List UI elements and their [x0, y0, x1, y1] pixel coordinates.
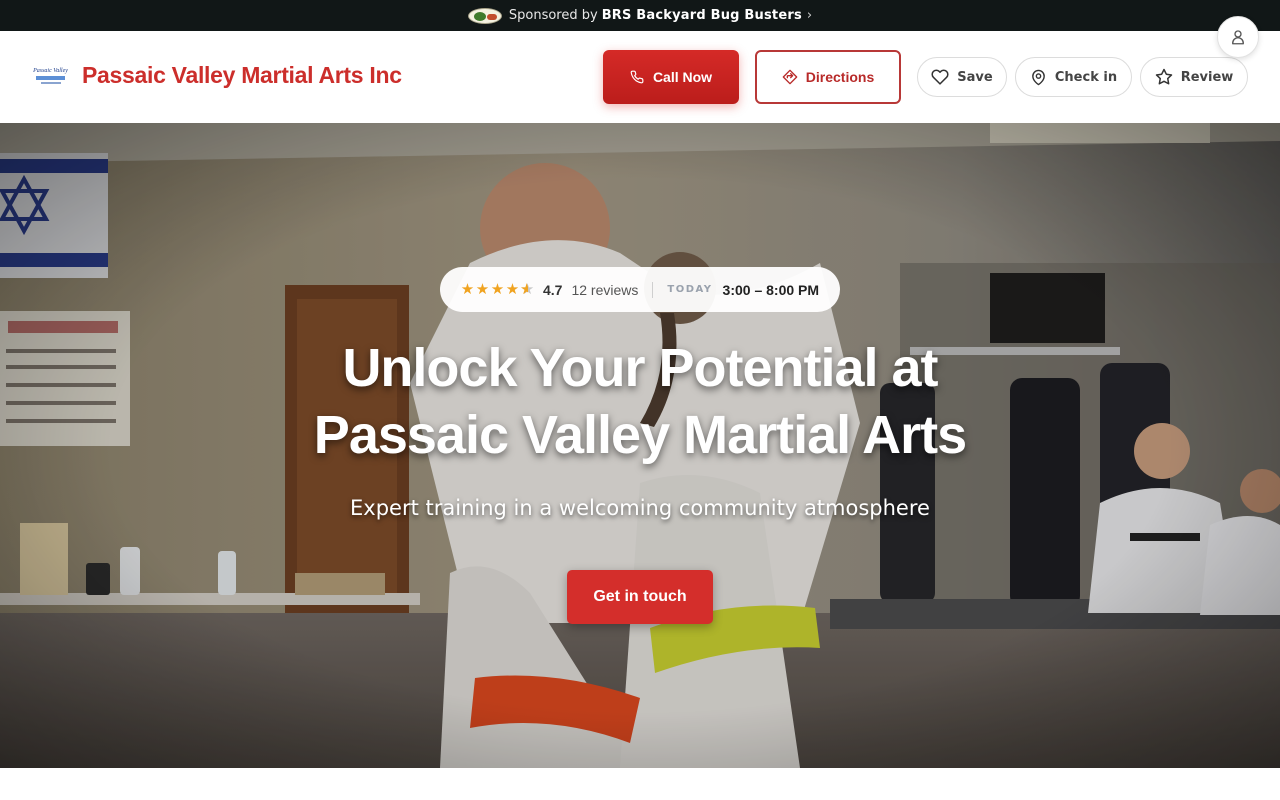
- rating-pill[interactable]: ★ ★ ★ ★ ★ 4.7 12 reviews TODAY 3:00 – 8:…: [440, 267, 840, 312]
- save-label: Save: [957, 69, 993, 85]
- rating-value: 4.7: [543, 281, 563, 298]
- chevron-right-icon: ›: [806, 8, 813, 23]
- business-logo[interactable]: Passaic Valley: [33, 68, 68, 85]
- directions-icon: [782, 69, 806, 85]
- user-icon: [1229, 28, 1247, 46]
- star-icon: ★: [490, 281, 505, 298]
- sponsor-name[interactable]: BRS Backyard Bug Busters: [602, 8, 802, 23]
- review-count[interactable]: 12 reviews: [571, 282, 638, 298]
- star-icon: ★: [460, 281, 475, 298]
- sponsor-bar[interactable]: Sponsored by BRS Backyard Bug Busters ›: [0, 0, 1280, 31]
- heart-icon: [931, 68, 957, 86]
- review-button[interactable]: Review: [1140, 57, 1248, 97]
- phone-icon: [630, 70, 653, 84]
- divider: [652, 281, 654, 298]
- directions-button[interactable]: Directions: [755, 50, 901, 104]
- check-in-button[interactable]: Check in: [1015, 57, 1132, 97]
- get-in-touch-button[interactable]: Get in touch: [567, 570, 713, 624]
- review-label: Review: [1180, 69, 1234, 85]
- star-half-icon: ★: [520, 282, 535, 297]
- today-hours: 3:00 – 8:00 PM: [722, 281, 820, 298]
- map-pin-icon: [1030, 69, 1055, 86]
- sponsor-logo: [467, 7, 502, 24]
- hero-section: ★ ★ ★ ★ ★ 4.7 12 reviews TODAY 3:00 – 8:…: [0, 123, 1280, 768]
- call-now-label: Call Now: [652, 69, 713, 85]
- star-icon: ★: [505, 281, 520, 298]
- user-menu-button[interactable]: [1217, 16, 1259, 58]
- business-header: Passaic Valley Passaic Valley Martial Ar…: [0, 31, 1280, 123]
- star-rating: ★ ★ ★ ★ ★: [460, 282, 535, 297]
- check-in-label: Check in: [1054, 69, 1118, 85]
- today-label: TODAY: [667, 284, 713, 295]
- sponsor-prefix: Sponsored by: [508, 8, 598, 23]
- directions-label: Directions: [805, 69, 875, 85]
- logo-stripe: [36, 76, 65, 80]
- save-button[interactable]: Save: [917, 57, 1007, 97]
- logo-text: Passaic Valley: [33, 68, 68, 74]
- star-icon: ★: [475, 281, 490, 298]
- hero-title: Unlock Your Potential at Passaic Valley …: [313, 338, 967, 465]
- hero-subtitle: Expert training in a welcoming community…: [350, 496, 930, 520]
- star-icon: [1155, 68, 1181, 86]
- business-name[interactable]: Passaic Valley Martial Arts Inc: [82, 62, 402, 89]
- logo-stripe-small: [40, 82, 61, 84]
- call-now-button[interactable]: Call Now: [603, 50, 739, 104]
